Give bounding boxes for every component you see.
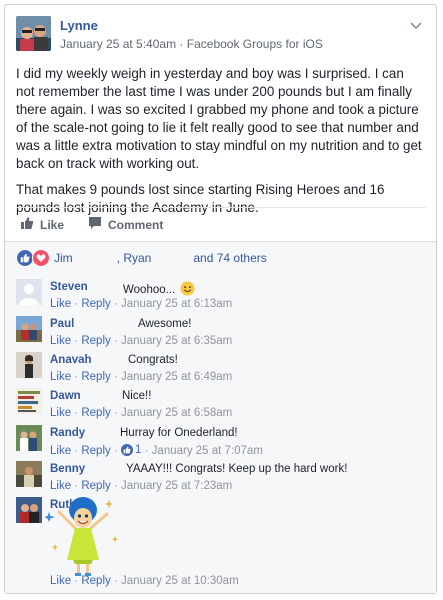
separator: · [144, 445, 149, 457]
separator: · [74, 445, 79, 457]
comment-item: Paul Awesome! Like · Reply · January 25 … [16, 316, 426, 350]
comment-like-link[interactable]: Like [50, 335, 71, 347]
comment-actions: Like · Reply · January 25 at 6:49am [50, 371, 232, 383]
like-label: Like [40, 217, 65, 232]
comment-reply-link[interactable]: Reply [81, 298, 110, 310]
comment-reply-link[interactable]: Reply [81, 480, 110, 492]
post-meta: January 25 at 5:40am · Facebook Groups f… [60, 37, 323, 51]
post-actions: Like Comment [16, 207, 426, 240]
comment-timestamp[interactable]: January 25 at 7:07am [152, 445, 263, 457]
commenter-avatar[interactable] [16, 316, 42, 342]
comment-text: YAAAY!!! Congrats! Keep up the hard work… [126, 463, 348, 475]
comment-label: Comment [108, 217, 164, 232]
post-author[interactable]: Lynne [60, 18, 98, 33]
comment-item: Benny YAAAY!!! Congrats! Keep up the har… [16, 461, 426, 495]
post-source: Facebook Groups for iOS [186, 37, 323, 51]
separator: · [74, 298, 79, 310]
comment-item: Randy Hurray for Onederland! Like · Repl… [16, 425, 426, 459]
reactor-name-2[interactable]: , Ryan [117, 251, 152, 265]
comment-text: Hurray for Onederland! [120, 427, 238, 439]
post-header: Lynne January 25 at 5:40am · Facebook Gr… [16, 16, 426, 56]
comment-timestamp[interactable]: January 25 at 6:13am [121, 298, 232, 310]
meta-separator: · [179, 37, 184, 51]
separator: · [113, 371, 118, 383]
comment-reply-link[interactable]: Reply [81, 371, 110, 383]
comment-timestamp[interactable]: January 25 at 6:58am [121, 407, 232, 419]
separator: · [113, 407, 118, 419]
comment-like-count[interactable]: 1 [121, 444, 141, 456]
comment-actions: Like · Reply · 1 · January 25 at 7:07am [50, 444, 263, 457]
love-reaction-icon [32, 249, 50, 267]
commenter-name[interactable]: Dawn [50, 390, 81, 402]
comment-actions: Like · Reply · January 25 at 6:13am [50, 298, 232, 310]
commenter-avatar[interactable] [16, 279, 42, 305]
comment-like-link[interactable]: Like [50, 480, 71, 492]
commenter-avatar[interactable] [16, 388, 42, 414]
author-avatar[interactable] [16, 16, 51, 51]
post-card: Lynne January 25 at 5:40am · Facebook Gr… [4, 4, 437, 594]
separator: · [113, 298, 118, 310]
comment-item: Steven Woohoo... Like · Reply · January … [16, 279, 426, 313]
separator: · [113, 335, 118, 347]
like-button[interactable]: Like [20, 216, 64, 233]
comment-text: Congrats! [128, 354, 178, 366]
separator: · [74, 371, 79, 383]
comment-icon [88, 216, 102, 233]
post-body: I did my weekly weigh in yesterday and b… [16, 65, 426, 225]
separator: · [74, 335, 79, 347]
reactions-summary[interactable]: Jim , Ryan and 74 others [16, 248, 267, 268]
comment-reply-link[interactable]: Reply [81, 407, 110, 419]
comment-reply-link[interactable]: Reply [81, 335, 110, 347]
separator: · [74, 407, 79, 419]
comments-section: Jim , Ryan and 74 others Steven Woohoo..… [5, 241, 436, 593]
commenter-name[interactable]: Steven [50, 281, 88, 293]
comment-like-link[interactable]: Like [50, 407, 71, 419]
smiley-emoji-icon [180, 281, 195, 299]
comment-like-link[interactable]: Like [50, 445, 71, 457]
post-paragraph-1: I did my weekly weigh in yesterday and b… [16, 66, 422, 171]
comment-button[interactable]: Comment [88, 216, 163, 233]
reactor-name-1[interactable]: Jim [54, 251, 73, 265]
comment-text: Awesome! [138, 318, 192, 330]
comment-timestamp[interactable]: January 25 at 7:23am [121, 480, 232, 492]
comment-timestamp[interactable]: January 25 at 10:30am [121, 575, 239, 587]
joy-sticker [44, 494, 121, 578]
commenter-name[interactable]: Benny [50, 463, 85, 475]
commenter-avatar[interactable] [16, 497, 42, 523]
separator: · [113, 445, 118, 457]
comment-actions: Like · Reply · January 25 at 7:23am [50, 480, 232, 492]
commenter-name[interactable]: Paul [50, 318, 74, 330]
comment-text: Nice!! [122, 390, 152, 402]
commenter-name[interactable]: Randy [50, 427, 85, 439]
comment-item: Anavah Congrats! Like · Reply · January … [16, 352, 426, 386]
commenter-avatar[interactable] [16, 425, 42, 451]
chevron-down-icon[interactable] [410, 18, 422, 33]
comment-item: Dawn Nice!! Like · Reply · January 25 at… [16, 388, 426, 422]
reactions-others[interactable]: and 74 others [193, 251, 266, 265]
comment-body: Woohoo... [123, 284, 176, 297]
commenter-name[interactable]: Anavah [50, 354, 92, 366]
thumbs-up-icon [20, 216, 34, 233]
commenter-avatar[interactable] [16, 461, 42, 487]
comment-reply-link[interactable]: Reply [81, 445, 110, 457]
comment-actions: Like · Reply · January 25 at 6:35am [50, 335, 232, 347]
like-reaction-icon [121, 444, 134, 456]
comment-like-link[interactable]: Like [50, 298, 71, 310]
separator: · [113, 480, 118, 492]
comment-text: Woohoo... [123, 281, 195, 299]
comment-actions: Like · Reply · January 25 at 6:58am [50, 407, 232, 419]
comment-like-link[interactable]: Like [50, 371, 71, 383]
like-count: 1 [135, 444, 142, 456]
commenter-avatar[interactable] [16, 352, 42, 378]
comment-timestamp[interactable]: January 25 at 6:49am [121, 371, 232, 383]
comment-timestamp[interactable]: January 25 at 6:35am [121, 335, 232, 347]
separator: · [74, 480, 79, 492]
post-timestamp[interactable]: January 25 at 5:40am [60, 37, 176, 51]
